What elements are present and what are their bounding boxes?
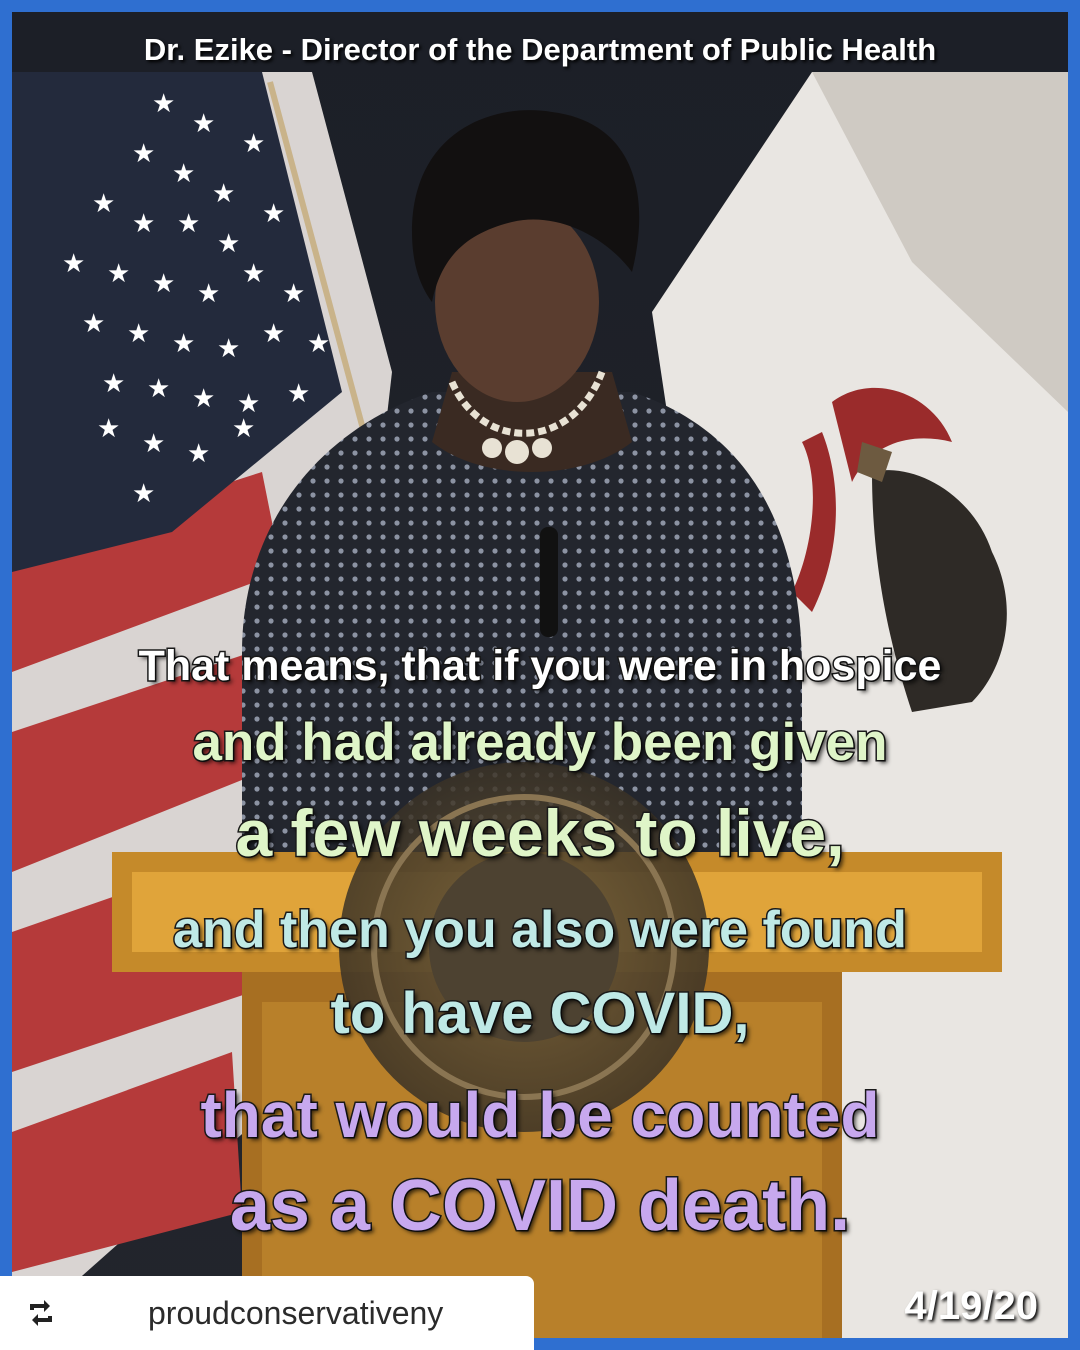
repost-username[interactable]: proudconservativeny — [148, 1295, 443, 1332]
svg-text:★: ★ — [132, 139, 155, 169]
svg-text:★: ★ — [107, 259, 130, 289]
svg-text:★: ★ — [102, 369, 125, 399]
svg-text:★: ★ — [172, 159, 195, 189]
svg-text:★: ★ — [177, 209, 200, 239]
svg-text:★: ★ — [192, 109, 215, 139]
svg-text:★: ★ — [242, 129, 265, 159]
svg-text:★: ★ — [62, 249, 85, 279]
svg-text:★: ★ — [307, 329, 330, 359]
subtitle-line-2: and had already been given — [191, 712, 889, 774]
svg-text:★: ★ — [282, 279, 305, 309]
svg-text:★: ★ — [152, 89, 175, 119]
svg-text:★: ★ — [82, 309, 105, 339]
svg-text:★: ★ — [152, 269, 175, 299]
video-frame: ★ ★ ★ ★ ★ ★ ★ ★ ★ ★ ★ ★ ★ ★ ★ ★ ★ ★ ★ ★ ★ ★ ★ ★ ★ ★ ★ ★ ★ ★ ★ ★ ★ — [12, 12, 1068, 1338]
svg-text:★: ★ — [142, 429, 165, 459]
svg-text:★: ★ — [287, 379, 310, 409]
video-title: Dr. Ezike - Director of the Department o… — [143, 32, 937, 67]
svg-text:★: ★ — [192, 384, 215, 414]
svg-text:★: ★ — [197, 279, 220, 309]
svg-text:★: ★ — [262, 199, 285, 229]
subtitle-line-7: as a COVID death. — [228, 1165, 851, 1248]
repost-icon — [24, 1298, 58, 1328]
subtitle-line-1: That means, that if you were in hospice — [137, 641, 943, 692]
subtitle-line-3: a few weeks to live, — [234, 795, 846, 872]
date-stamp: 4/19/20 — [904, 1284, 1038, 1328]
svg-text:★: ★ — [217, 229, 240, 259]
svg-text:★: ★ — [232, 414, 255, 444]
svg-text:★: ★ — [212, 179, 235, 209]
svg-text:★: ★ — [132, 479, 155, 509]
svg-text:★: ★ — [127, 319, 150, 349]
svg-text:★: ★ — [242, 259, 265, 289]
repost-bar[interactable]: proudconservativeny — [0, 1276, 534, 1350]
svg-text:★: ★ — [97, 414, 120, 444]
svg-text:★: ★ — [132, 209, 155, 239]
svg-text:★: ★ — [217, 334, 240, 364]
subtitle-line-6: that would be counted — [199, 1078, 881, 1153]
svg-text:★: ★ — [92, 189, 115, 219]
svg-text:★: ★ — [147, 374, 170, 404]
svg-text:★: ★ — [172, 329, 195, 359]
svg-text:★: ★ — [262, 319, 285, 349]
subtitle-line-5: to have COVID, — [329, 980, 751, 1048]
svg-text:★: ★ — [187, 439, 210, 469]
subtitle-line-4: and then you also were found — [172, 900, 909, 961]
